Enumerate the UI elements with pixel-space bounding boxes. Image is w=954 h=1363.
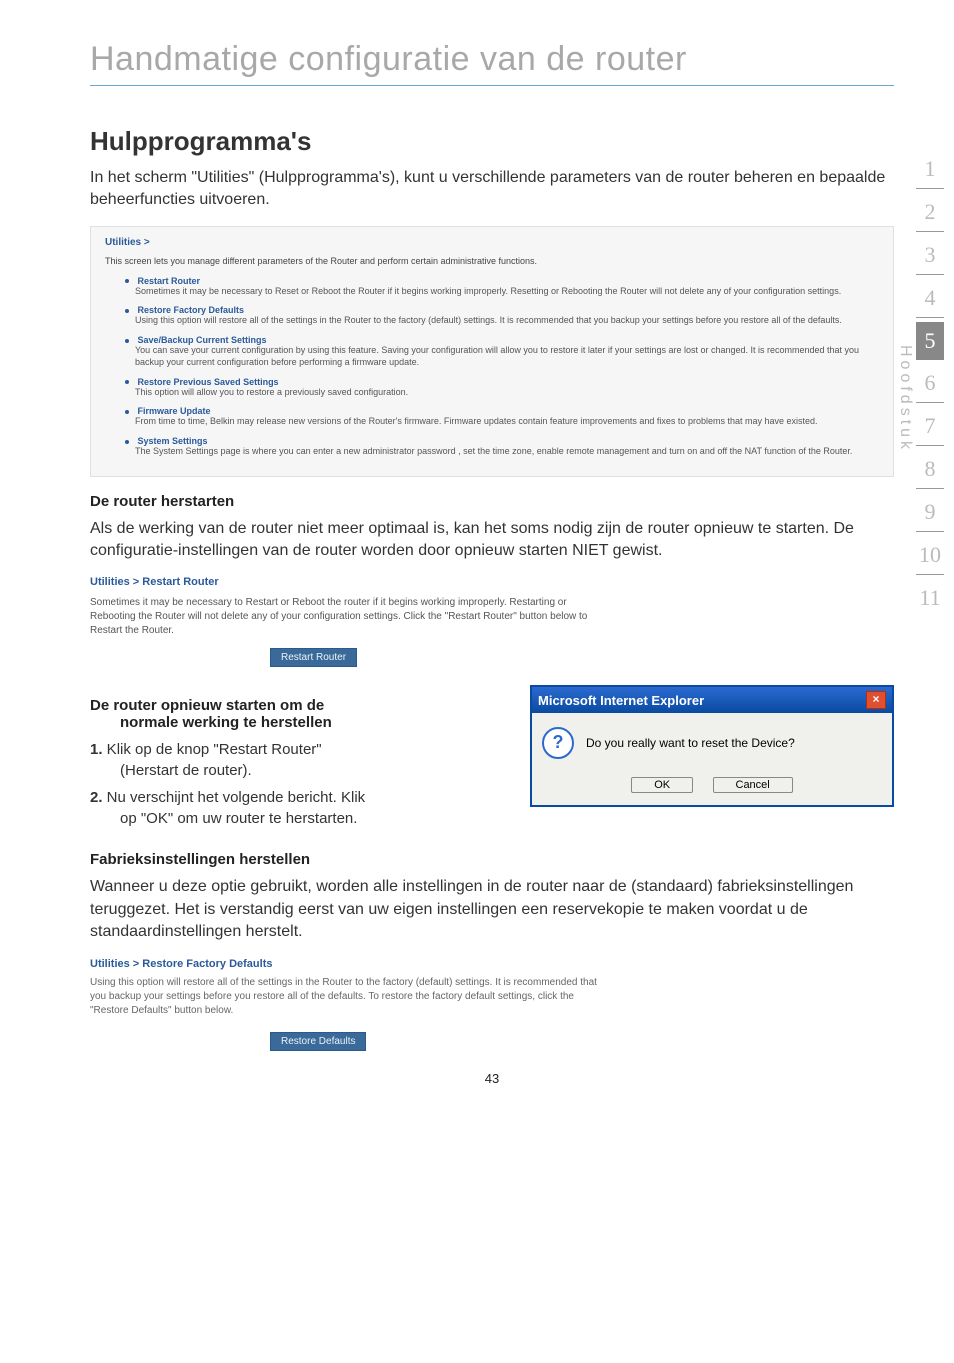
utilities-link[interactable]: Save/Backup Current Settings (138, 335, 267, 345)
restart-router-button[interactable]: Restart Router (270, 648, 357, 667)
page-number: 43 (90, 1071, 894, 1086)
restart-panel: Utilities > Restart Router Sometimes it … (90, 576, 894, 667)
utilities-item-restore-defaults: Restore Factory Defaults Using this opti… (125, 305, 879, 327)
utilities-link[interactable]: Firmware Update (138, 406, 211, 416)
restart-normal-heading-line1: De router opnieuw starten om de (90, 697, 324, 714)
chapter-nav-9[interactable]: 9 (916, 493, 944, 532)
utilities-desc: You can save your current configuration … (135, 345, 879, 368)
bullet-icon (125, 339, 129, 343)
utilities-item-firmware: Firmware Update From time to time, Belki… (125, 406, 879, 428)
utilities-breadcrumb: Utilities > (105, 237, 879, 248)
utilities-link[interactable]: Restore Factory Defaults (138, 305, 245, 315)
utilities-item-restore-previous: Restore Previous Saved Settings This opt… (125, 377, 879, 399)
utilities-item-system-settings: System Settings The System Settings page… (125, 436, 879, 458)
dialog-buttons: OK Cancel (532, 773, 892, 805)
close-icon[interactable]: × (866, 691, 886, 709)
chapter-nav-4[interactable]: 4 (916, 279, 944, 318)
utilities-desc: The System Settings page is where you ca… (135, 446, 879, 458)
chapter-nav-3[interactable]: 3 (916, 236, 944, 275)
step-1: 1. Klik op de knop "Restart Router" (Her… (90, 739, 510, 781)
factory-paragraph: Wanneer u deze optie gebruikt, worden al… (90, 876, 894, 943)
restart-paragraph: Als de werking van de router niet meer o… (90, 518, 894, 563)
chapter-nav-8[interactable]: 8 (916, 450, 944, 489)
step-1-number: 1. (90, 741, 103, 758)
restore-defaults-button[interactable]: Restore Defaults (270, 1032, 366, 1051)
utilities-desc: This option will allow you to restore a … (135, 387, 879, 399)
cancel-button[interactable]: Cancel (713, 777, 793, 793)
utilities-panel: Utilities > This screen lets you manage … (90, 226, 894, 477)
step-2-number: 2. (90, 789, 103, 806)
step-1-text: Klik op de knop "Restart Router" (103, 741, 322, 758)
page-main-title: Handmatige configuratie van de router (90, 40, 894, 86)
ok-button[interactable]: OK (631, 777, 693, 793)
bullet-icon (125, 309, 129, 313)
restart-panel-title: Utilities > Restart Router (90, 576, 894, 588)
step-2: 2. Nu verschijnt het volgende bericht. K… (90, 787, 510, 829)
utilities-desc: From time to time, Belkin may release ne… (135, 416, 879, 428)
utilities-link[interactable]: System Settings (138, 436, 208, 446)
utilities-desc: Sometimes it may be necessary to Reset o… (135, 286, 879, 298)
chapter-sidenav: 1 2 3 4 5 6 7 8 9 10 11 (916, 150, 944, 617)
question-icon: ? (542, 727, 574, 759)
utilities-item-save-backup: Save/Backup Current Settings You can sav… (125, 335, 879, 368)
step-2-sub: op "OK" om uw router te herstarten. (120, 808, 510, 829)
dialog-title: Microsoft Internet Explorer (538, 693, 704, 708)
restart-panel-text: Sometimes it may be necessary to Restart… (90, 596, 610, 638)
restart-heading: De router herstarten (90, 493, 894, 510)
utilities-intro: This screen lets you manage different pa… (105, 256, 879, 266)
utilities-desc: Using this option will restore all of th… (135, 315, 879, 327)
step-2-text: Nu verschijnt het volgende bericht. Klik (103, 789, 366, 806)
factory-heading: Fabrieksinstellingen herstellen (90, 851, 894, 868)
bullet-icon (125, 410, 129, 414)
chapter-nav-2[interactable]: 2 (916, 193, 944, 232)
chapter-nav-1[interactable]: 1 (916, 150, 944, 189)
dialog-body: ? Do you really want to reset the Device… (532, 713, 892, 773)
intro-paragraph: In het scherm "Utilities" (Hulpprogramma… (90, 167, 894, 212)
chapter-nav-6[interactable]: 6 (916, 364, 944, 403)
utilities-link[interactable]: Restore Previous Saved Settings (138, 377, 279, 387)
restart-normal-heading-line2: normale werking te herstellen (120, 714, 332, 731)
confirm-dialog: Microsoft Internet Explorer × ? Do you r… (530, 685, 894, 807)
dialog-titlebar: Microsoft Internet Explorer × (532, 687, 892, 713)
restore-panel: Utilities > Restore Factory Defaults Usi… (90, 958, 894, 1051)
bullet-icon (125, 440, 129, 444)
chapter-nav-7[interactable]: 7 (916, 407, 944, 446)
dialog-message: Do you really want to reset the Device? (586, 736, 795, 750)
chapter-nav-5[interactable]: 5 (916, 322, 944, 360)
utilities-link[interactable]: Restart Router (138, 276, 201, 286)
bullet-icon (125, 279, 129, 283)
step-1-sub: (Herstart de router). (120, 760, 510, 781)
restore-panel-title: Utilities > Restore Factory Defaults (90, 958, 894, 970)
section-title: Hulpprogramma's (90, 126, 894, 157)
restore-panel-text: Using this option will restore all of th… (90, 976, 610, 1018)
chapter-label: Hoofdstuk (896, 345, 914, 453)
bullet-icon (125, 380, 129, 384)
restart-normal-heading: De router opnieuw starten om de normale … (90, 697, 510, 731)
utilities-item-restart: Restart Router Sometimes it may be neces… (125, 276, 879, 298)
chapter-nav-11[interactable]: 11 (916, 579, 944, 617)
chapter-nav-10[interactable]: 10 (916, 536, 944, 575)
